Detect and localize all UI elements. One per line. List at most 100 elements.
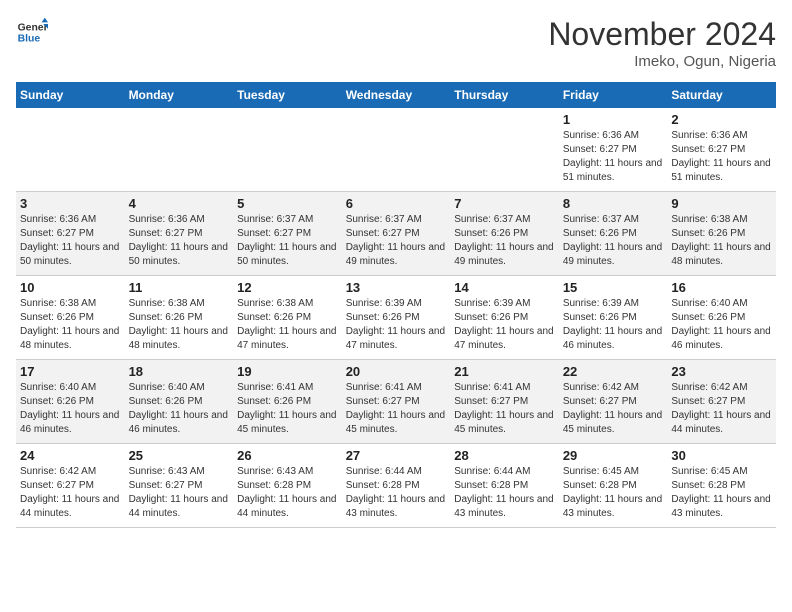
day-number: 16 <box>671 280 772 295</box>
weekday-header: Tuesday <box>233 82 342 108</box>
day-info: Sunrise: 6:37 AM Sunset: 6:26 PM Dayligh… <box>563 213 664 269</box>
weekday-header: Monday <box>125 82 234 108</box>
calendar-cell: 24 Sunrise: 6:42 AM Sunset: 6:27 PM Dayli… <box>16 444 125 528</box>
day-number: 7 <box>454 196 555 211</box>
calendar-week-row: 1 Sunrise: 6:36 AM Sunset: 6:27 PM Daylig… <box>16 108 776 192</box>
day-info: Sunrise: 6:36 AM Sunset: 6:27 PM Dayligh… <box>20 213 121 269</box>
calendar-cell: 28 Sunrise: 6:44 AM Sunset: 6:28 PM Dayli… <box>450 444 559 528</box>
day-info: Sunrise: 6:40 AM Sunset: 6:26 PM Dayligh… <box>20 381 121 437</box>
calendar-cell: 19 Sunrise: 6:41 AM Sunset: 6:26 PM Dayli… <box>233 360 342 444</box>
day-number: 17 <box>20 364 121 379</box>
calendar-week-row: 3 Sunrise: 6:36 AM Sunset: 6:27 PM Daylig… <box>16 192 776 276</box>
day-info: Sunrise: 6:41 AM Sunset: 6:27 PM Dayligh… <box>346 381 447 437</box>
day-info: Sunrise: 6:45 AM Sunset: 6:28 PM Dayligh… <box>563 465 664 521</box>
calendar-cell: 16Sunrise: 6:40 AM Sunset: 6:26 PM Dayli… <box>667 276 776 360</box>
day-number: 25 <box>129 448 230 463</box>
calendar-cell: 18Sunrise: 6:40 AM Sunset: 6:26 PM Dayli… <box>125 360 234 444</box>
calendar-cell: 27 Sunrise: 6:44 AM Sunset: 6:28 PM Dayli… <box>342 444 451 528</box>
calendar-cell: 3 Sunrise: 6:36 AM Sunset: 6:27 PM Daylig… <box>16 192 125 276</box>
day-info: Sunrise: 6:39 AM Sunset: 6:26 PM Dayligh… <box>454 297 555 353</box>
calendar-cell: 23 Sunrise: 6:42 AM Sunset: 6:27 PM Dayli… <box>667 360 776 444</box>
day-number: 27 <box>346 448 447 463</box>
day-info: Sunrise: 6:45 AM Sunset: 6:28 PM Dayligh… <box>671 465 772 521</box>
svg-text:Blue: Blue <box>18 34 41 45</box>
calendar-cell: 7 Sunrise: 6:37 AM Sunset: 6:26 PM Daylig… <box>450 192 559 276</box>
location: Imeko, Ogun, Nigeria <box>548 53 776 70</box>
weekday-header: Saturday <box>667 82 776 108</box>
calendar-cell: 12 Sunrise: 6:38 AM Sunset: 6:26 PM Dayli… <box>233 276 342 360</box>
calendar-cell: 21 Sunrise: 6:41 AM Sunset: 6:27 PM Dayli… <box>450 360 559 444</box>
calendar-table: SundayMondayTuesdayWednesdayThursdayFrid… <box>16 82 776 528</box>
day-info: Sunrise: 6:42 AM Sunset: 6:27 PM Dayligh… <box>671 381 772 437</box>
calendar-cell: 8 Sunrise: 6:37 AM Sunset: 6:26 PM Daylig… <box>559 192 668 276</box>
day-info: Sunrise: 6:37 AM Sunset: 6:27 PM Dayligh… <box>237 213 338 269</box>
weekday-header: Sunday <box>16 82 125 108</box>
calendar-cell: 17 Sunrise: 6:40 AM Sunset: 6:26 PM Dayli… <box>16 360 125 444</box>
day-number: 6 <box>346 196 447 211</box>
weekday-header: Friday <box>559 82 668 108</box>
day-info: Sunrise: 6:36 AM Sunset: 6:27 PM Dayligh… <box>563 129 664 185</box>
day-info: Sunrise: 6:44 AM Sunset: 6:28 PM Dayligh… <box>454 465 555 521</box>
calendar-cell: 25 Sunrise: 6:43 AM Sunset: 6:27 PM Dayli… <box>125 444 234 528</box>
day-info: Sunrise: 6:37 AM Sunset: 6:26 PM Dayligh… <box>454 213 555 269</box>
day-info: Sunrise: 6:42 AM Sunset: 6:27 PM Dayligh… <box>563 381 664 437</box>
title-block: November 2024 Imeko, Ogun, Nigeria <box>548 16 776 70</box>
day-info: Sunrise: 6:38 AM Sunset: 6:26 PM Dayligh… <box>20 297 121 353</box>
day-number: 5 <box>237 196 338 211</box>
weekday-header: Thursday <box>450 82 559 108</box>
day-info: Sunrise: 6:39 AM Sunset: 6:26 PM Dayligh… <box>346 297 447 353</box>
day-number: 30 <box>671 448 772 463</box>
day-info: Sunrise: 6:41 AM Sunset: 6:27 PM Dayligh… <box>454 381 555 437</box>
logo: General Blue <box>16 16 48 48</box>
day-number: 22 <box>563 364 664 379</box>
day-number: 12 <box>237 280 338 295</box>
day-number: 29 <box>563 448 664 463</box>
calendar-cell <box>450 108 559 192</box>
page-header: General Blue November 2024 Imeko, Ogun, … <box>16 16 776 70</box>
day-number: 9 <box>671 196 772 211</box>
calendar-cell <box>125 108 234 192</box>
day-info: Sunrise: 6:44 AM Sunset: 6:28 PM Dayligh… <box>346 465 447 521</box>
calendar-cell: 15Sunrise: 6:39 AM Sunset: 6:26 PM Dayli… <box>559 276 668 360</box>
calendar-cell: 20Sunrise: 6:41 AM Sunset: 6:27 PM Dayli… <box>342 360 451 444</box>
day-number: 15 <box>563 280 664 295</box>
day-info: Sunrise: 6:38 AM Sunset: 6:26 PM Dayligh… <box>237 297 338 353</box>
day-info: Sunrise: 6:41 AM Sunset: 6:26 PM Dayligh… <box>237 381 338 437</box>
day-number: 1 <box>563 112 664 127</box>
calendar-cell: 14 Sunrise: 6:39 AM Sunset: 6:26 PM Dayli… <box>450 276 559 360</box>
day-number: 28 <box>454 448 555 463</box>
day-number: 10 <box>20 280 121 295</box>
calendar-cell: 29 Sunrise: 6:45 AM Sunset: 6:28 PM Dayli… <box>559 444 668 528</box>
day-info: Sunrise: 6:36 AM Sunset: 6:27 PM Dayligh… <box>671 129 772 185</box>
logo-icon: General Blue <box>16 16 48 48</box>
day-number: 4 <box>129 196 230 211</box>
day-number: 8 <box>563 196 664 211</box>
calendar-cell: 11Sunrise: 6:38 AM Sunset: 6:26 PM Dayli… <box>125 276 234 360</box>
calendar-cell: 30 Sunrise: 6:45 AM Sunset: 6:28 PM Dayli… <box>667 444 776 528</box>
calendar-cell: 10 Sunrise: 6:38 AM Sunset: 6:26 PM Dayli… <box>16 276 125 360</box>
day-info: Sunrise: 6:40 AM Sunset: 6:26 PM Dayligh… <box>129 381 230 437</box>
calendar-cell: 5 Sunrise: 6:37 AM Sunset: 6:27 PM Daylig… <box>233 192 342 276</box>
day-number: 21 <box>454 364 555 379</box>
day-number: 19 <box>237 364 338 379</box>
weekday-header-row: SundayMondayTuesdayWednesdayThursdayFrid… <box>16 82 776 108</box>
day-info: Sunrise: 6:36 AM Sunset: 6:27 PM Dayligh… <box>129 213 230 269</box>
day-number: 23 <box>671 364 772 379</box>
day-number: 3 <box>20 196 121 211</box>
calendar-cell: 13Sunrise: 6:39 AM Sunset: 6:26 PM Dayli… <box>342 276 451 360</box>
calendar-cell: 4 Sunrise: 6:36 AM Sunset: 6:27 PM Daylig… <box>125 192 234 276</box>
day-info: Sunrise: 6:37 AM Sunset: 6:27 PM Dayligh… <box>346 213 447 269</box>
weekday-header: Wednesday <box>342 82 451 108</box>
calendar-week-row: 24 Sunrise: 6:42 AM Sunset: 6:27 PM Dayli… <box>16 444 776 528</box>
calendar-cell: 26 Sunrise: 6:43 AM Sunset: 6:28 PM Dayli… <box>233 444 342 528</box>
day-number: 14 <box>454 280 555 295</box>
calendar-cell <box>342 108 451 192</box>
day-info: Sunrise: 6:38 AM Sunset: 6:26 PM Dayligh… <box>671 213 772 269</box>
day-info: Sunrise: 6:42 AM Sunset: 6:27 PM Dayligh… <box>20 465 121 521</box>
day-number: 26 <box>237 448 338 463</box>
day-info: Sunrise: 6:43 AM Sunset: 6:28 PM Dayligh… <box>237 465 338 521</box>
day-info: Sunrise: 6:43 AM Sunset: 6:27 PM Dayligh… <box>129 465 230 521</box>
calendar-cell <box>233 108 342 192</box>
day-number: 24 <box>20 448 121 463</box>
calendar-cell: 22 Sunrise: 6:42 AM Sunset: 6:27 PM Dayli… <box>559 360 668 444</box>
